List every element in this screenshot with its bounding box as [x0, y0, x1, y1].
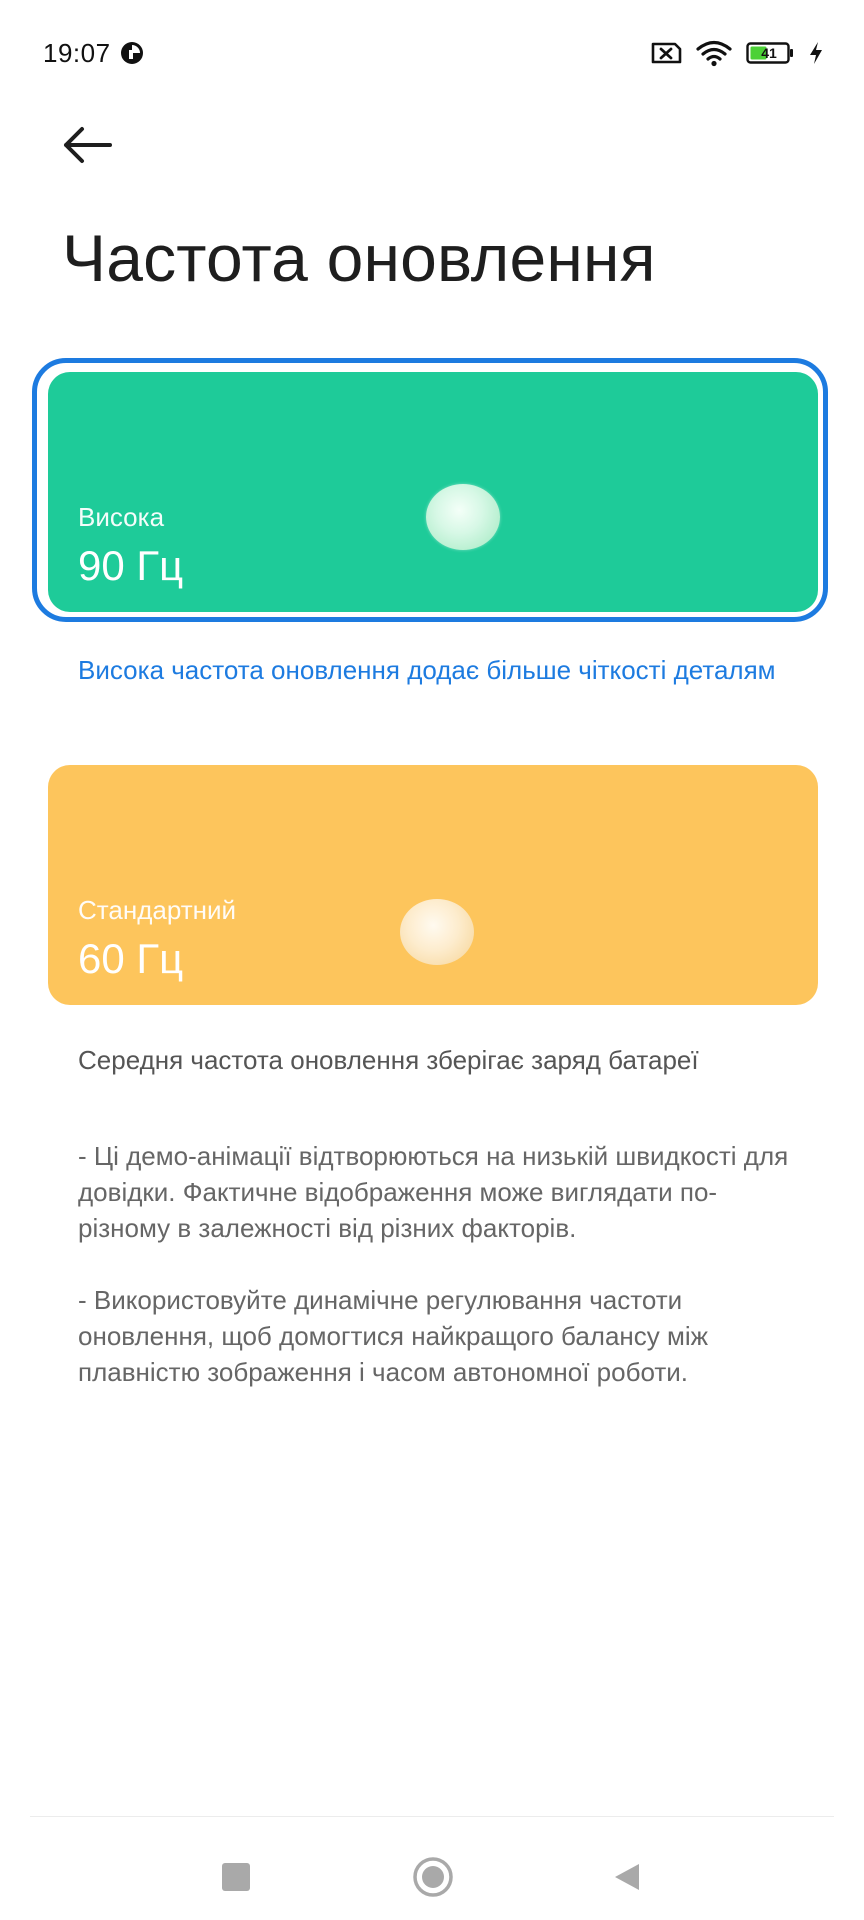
refresh-rate-screen: 19:07 41 Частота оновлення Висока 90 Гц …: [0, 0, 864, 1920]
note-demo-speed: - Ці демо-анімації відтворюються на низь…: [78, 1141, 789, 1243]
notes: - Ці демо-анімації відтворюються на низь…: [78, 1138, 808, 1426]
wifi-icon: [696, 40, 732, 67]
app-notification-icon: [121, 42, 143, 64]
option-rate: 60 Гц: [78, 935, 184, 982]
option-standard-60hz[interactable]: Стандартний 60 Гц: [48, 765, 818, 1005]
option-rate: 90 Гц: [78, 542, 184, 589]
navigation-bar: [0, 1830, 864, 1920]
battery-icon: 41: [746, 42, 794, 64]
back-button[interactable]: [58, 120, 118, 170]
status-time: 19:07: [43, 38, 111, 68]
sim-off-icon: [651, 42, 682, 64]
demo-animation-ball: [400, 899, 474, 965]
option-name: Стандартний: [78, 895, 237, 925]
back-triangle-icon[interactable]: [612, 1861, 642, 1893]
charging-bolt-icon: [810, 42, 822, 64]
status-bar: 19:07 41: [0, 0, 864, 110]
home-circle-icon[interactable]: [412, 1856, 454, 1898]
recents-square-icon[interactable]: [222, 1863, 250, 1891]
page-title: Частота оновлення: [62, 221, 656, 295]
nav-divider: [30, 1816, 834, 1817]
note-dynamic-refresh: - Використовуйте динамічне регулювання ч…: [78, 1285, 709, 1387]
arrow-left-icon: [64, 127, 112, 163]
option-high-90hz[interactable]: Висока 90 Гц: [48, 372, 818, 612]
demo-animation-ball: [426, 484, 500, 550]
option-standard-description: Середня частота оновлення зберігає заряд…: [78, 1045, 699, 1075]
option-name: Висока: [78, 502, 165, 532]
battery-level: 41: [761, 45, 777, 61]
status-icons: 41: [650, 38, 824, 68]
option-high-description: Висока частота оновлення додає більше чі…: [78, 655, 776, 685]
